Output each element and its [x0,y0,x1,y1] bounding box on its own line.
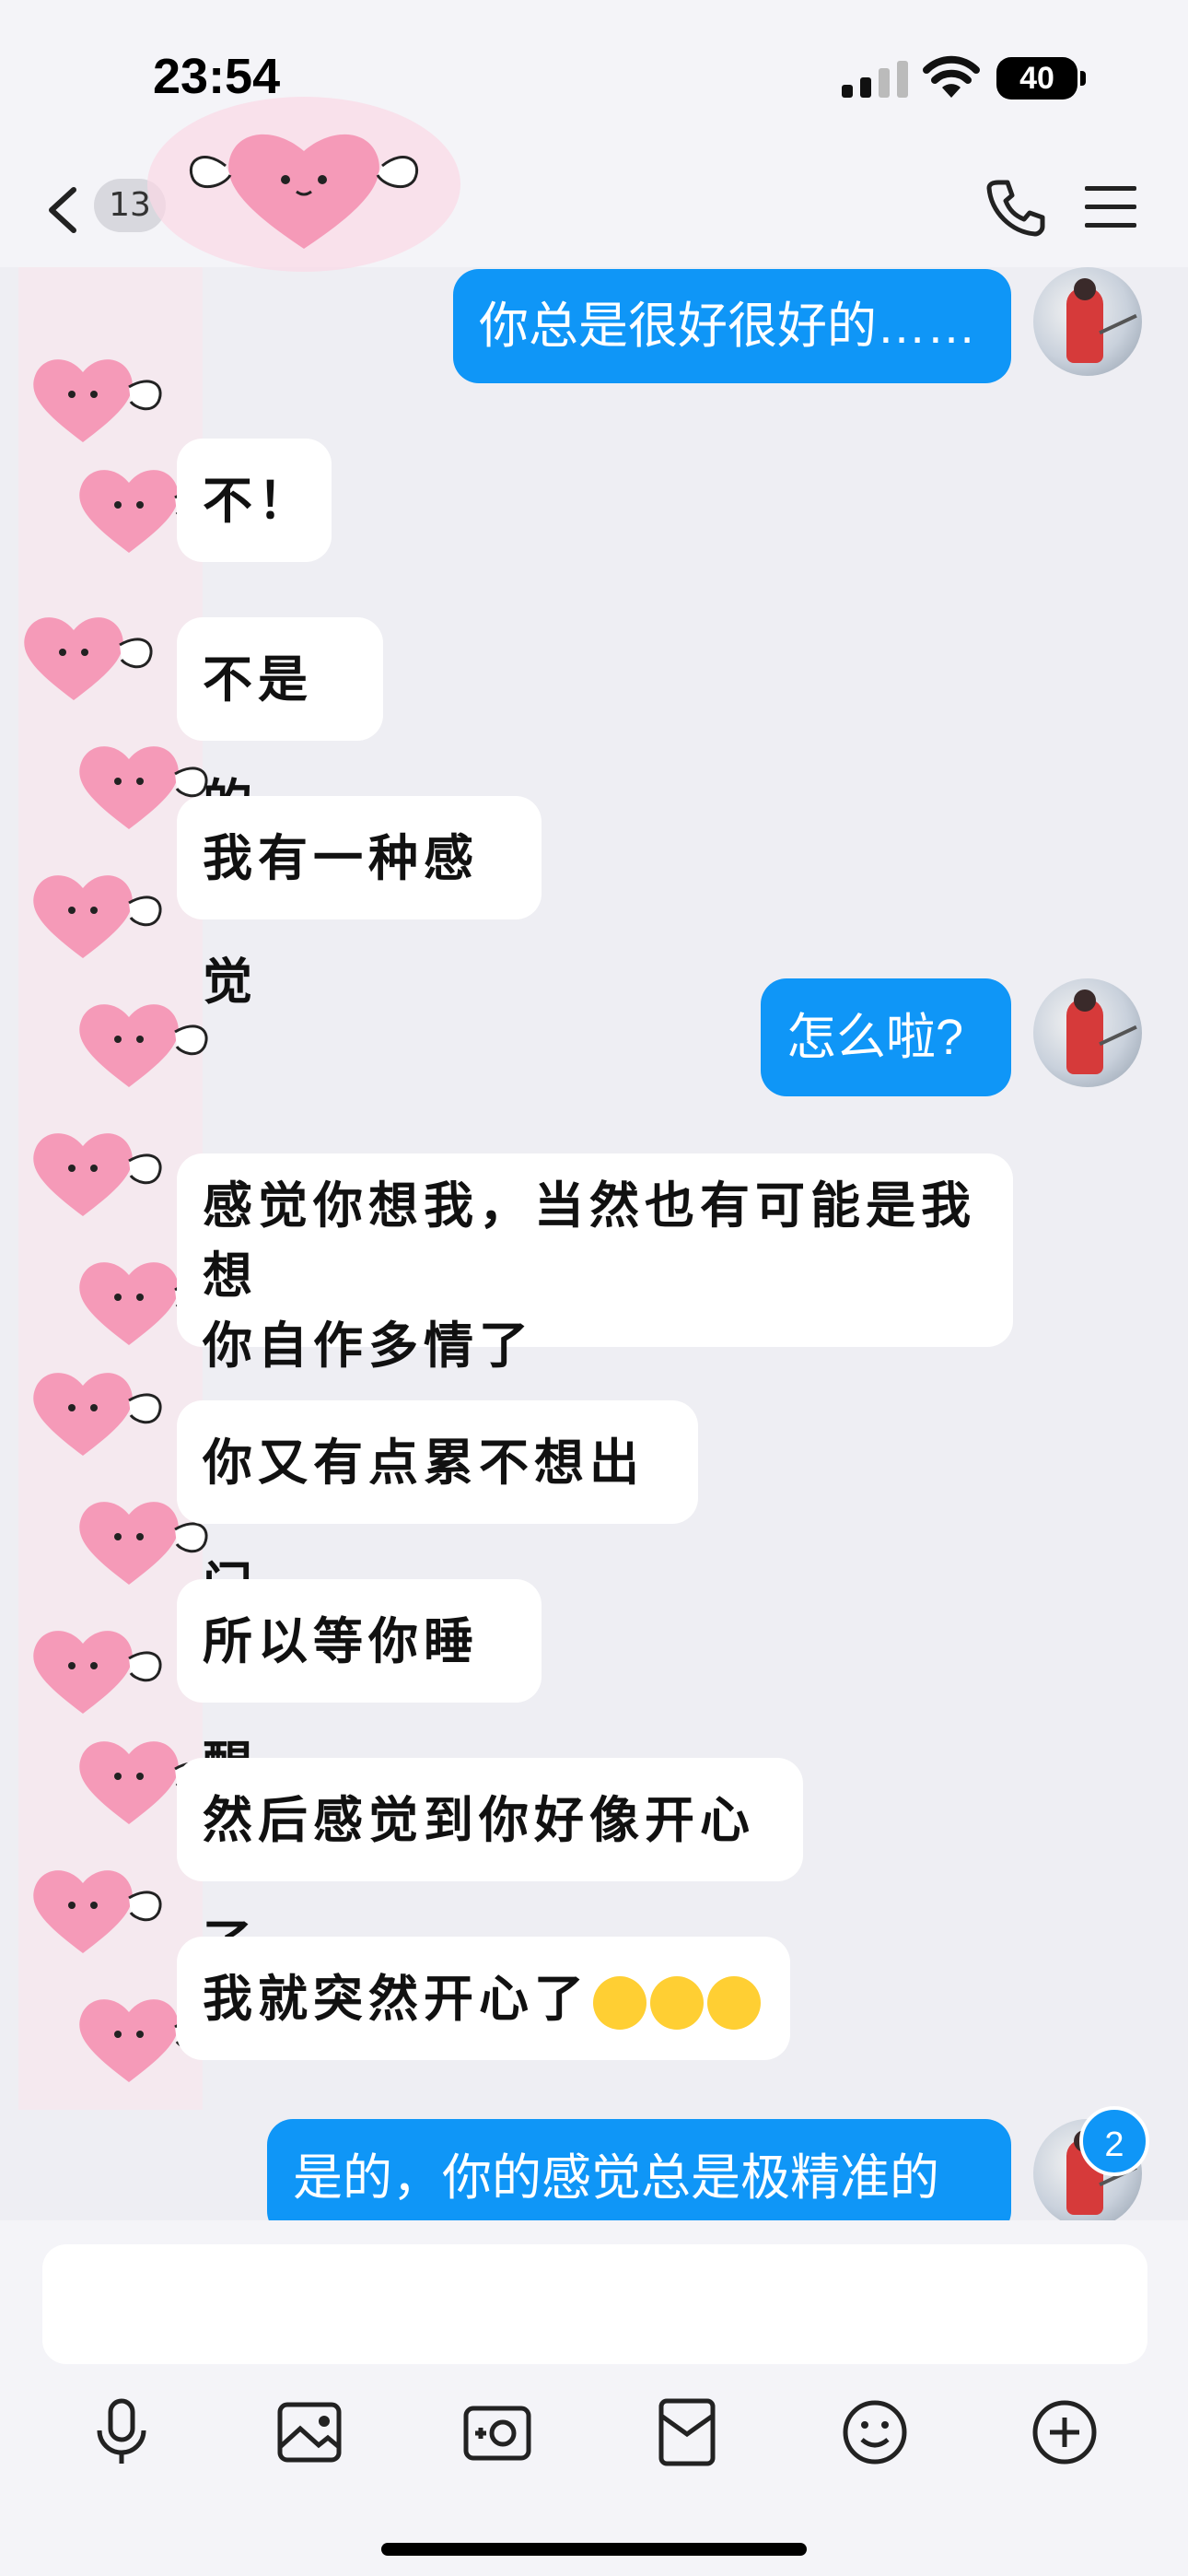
incoming-message-bubble[interactable]: 感觉你想我，当然也有可能是我想 你自作多情了 [177,1153,1013,1375]
image-icon[interactable] [273,2395,346,2469]
menu-icon[interactable] [1085,184,1136,230]
new-message-badge[interactable]: 2 [1079,2106,1149,2176]
message-text: 不！ [203,471,313,530]
outgoing-message-bubble[interactable]: 怎么啦? [761,978,1011,1096]
message-text: 怎么啦? [786,1010,964,1065]
red-packet-icon[interactable] [650,2395,724,2469]
microphone-icon[interactable] [85,2395,158,2469]
incoming-message-bubble[interactable]: 我就突然开心了 [177,1937,790,2060]
cellular-signal-icon [842,61,908,98]
laughing-emoji-icon [707,1975,761,2030]
outgoing-message-bubble[interactable]: 是的，你的感觉总是极精准的 [267,2119,1011,2220]
my-avatar[interactable] [1033,978,1142,1087]
emoji-icon[interactable] [838,2395,912,2469]
laughing-emoji-icon [593,1975,646,2030]
wifi-icon [923,55,980,98]
plus-icon[interactable] [1028,2395,1101,2469]
home-indicator[interactable] [381,2543,807,2556]
incoming-message-bubble[interactable]: 不！ [177,439,332,562]
back-icon[interactable] [37,182,92,238]
message-text-line: 你自作多情了 [203,1316,534,1375]
message-input[interactable] [42,2244,1147,2364]
heart-sticker-decoration [147,97,460,272]
camera-icon[interactable] [460,2395,534,2469]
incoming-message-bubble[interactable]: 你又有点累不想出门 [177,1400,698,1615]
incoming-message-bubble[interactable]: 不是的 [177,617,383,832]
message-text: 我就突然开心了 [203,1969,589,2028]
laughing-emoji-icon [650,1975,704,2030]
chat-message-list[interactable]: 你总是很好很好的…… 不！ 不是的 我有一种感觉 怎么啦? 感觉你想我，当然也有… [0,267,1188,2220]
message-text-line: 感觉你想我，当然也有可能是我想 [203,1176,976,1305]
battery-indicator: 40 [996,57,1077,100]
incoming-message-bubble[interactable]: 我有一种感觉 [177,796,542,1011]
my-avatar[interactable] [1033,267,1142,376]
outgoing-message-bubble[interactable]: 你总是很好很好的…… [453,269,1011,383]
message-text: 你总是很好很好的…… [479,299,976,354]
message-composer [0,2220,1188,2576]
phone-icon[interactable] [985,177,1046,238]
message-text: 是的，你的感觉总是极精准的 [293,2150,939,2206]
incoming-message-bubble[interactable]: 然后感觉到你好像开心了 [177,1758,803,1973]
incoming-message-bubble[interactable]: 所以等你睡醒 [177,1579,542,1794]
battery-nub [1080,71,1086,86]
message-text: 我有一种感觉 [203,828,479,1011]
